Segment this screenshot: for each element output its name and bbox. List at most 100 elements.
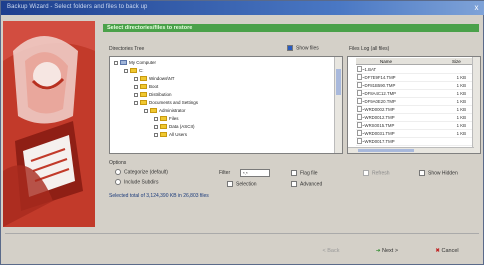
categorize-option[interactable]: Categorize (default)	[115, 169, 168, 175]
file-row[interactable]: ~DF81B590.TMP 1 KB	[356, 82, 472, 90]
expand-icon[interactable]	[134, 100, 138, 105]
close-icon[interactable]: x	[472, 3, 481, 12]
tree-item[interactable]: Files	[154, 115, 179, 122]
window-title: Backup Wizard - Select folders and files…	[7, 4, 148, 10]
selection-check-icon[interactable]	[227, 181, 233, 187]
tree-item[interactable]: Windows\NT	[134, 75, 175, 82]
backup-wizard-window: Backup Wizard - Select folders and files…	[0, 0, 484, 265]
file-name: ~DF7E9F14.TMP	[362, 75, 396, 80]
selection-option[interactable]: Selection	[227, 181, 257, 187]
file-name: ~DF81B590.TMP	[362, 83, 396, 88]
computer-icon	[120, 60, 127, 66]
folder-icon	[140, 100, 147, 106]
next-label: Next >	[382, 248, 399, 254]
column-size-header[interactable]: Size	[452, 58, 461, 65]
show-hidden-option[interactable]: Show Hidden	[419, 170, 458, 176]
tree-item[interactable]: Distribution	[134, 91, 172, 98]
advanced-check-icon[interactable]	[291, 181, 297, 187]
expand-icon[interactable]	[124, 68, 128, 73]
filter-label: Filter	[219, 170, 231, 176]
files-header: Name Size	[356, 58, 472, 65]
filter-input[interactable]: *.*	[240, 169, 270, 177]
file-size: 1 KB	[456, 99, 466, 104]
categorize-label: Categorize (default)	[124, 169, 168, 176]
cancel-button[interactable]: ✖ Cancel	[425, 246, 469, 257]
include-subdirs-radio-icon[interactable]	[115, 179, 121, 185]
file-row[interactable]: ~WRD0017.TMP	[356, 138, 472, 146]
tree-item-label: Windows\NT	[149, 76, 175, 81]
tree-heading: Directories Tree	[109, 46, 145, 52]
tree-item[interactable]: Data (ASCII)	[154, 123, 195, 130]
file-row[interactable]: ~1.BAT	[356, 66, 472, 74]
expand-icon[interactable]	[134, 76, 138, 81]
title-bar[interactable]: Backup Wizard - Select folders and files…	[1, 1, 484, 15]
expand-icon[interactable]	[154, 124, 158, 129]
file-row[interactable]: ~DF7E9F14.TMP 1 KB	[356, 74, 472, 82]
expand-icon[interactable]	[154, 116, 158, 121]
advanced-label: Advanced	[300, 181, 323, 188]
file-row[interactable]: ~WRD0002.TMP 1 KB	[356, 106, 472, 114]
expand-icon[interactable]	[114, 60, 118, 65]
show-files-checkbox[interactable]: Show files	[287, 45, 319, 51]
tree-item[interactable]: Administrator	[144, 107, 186, 114]
file-name: ~DF8A4C12.TMP	[362, 91, 397, 96]
folder-icon	[150, 108, 157, 114]
drive-icon	[130, 68, 137, 74]
tree-scroll-thumb[interactable]	[336, 69, 341, 95]
next-button[interactable]: ➔ Next >	[367, 246, 407, 257]
column-name-header[interactable]: Name	[380, 58, 392, 65]
tree-item-label: My Computer	[129, 60, 157, 65]
file-size: 1 KB	[456, 115, 466, 120]
file-size: 1 KB	[456, 107, 466, 112]
file-row[interactable]: ~DF8A4C12.TMP 1 KB	[356, 90, 472, 98]
tree-item-label: Documents and Settings	[149, 100, 199, 105]
files-list[interactable]: Name Size ~1.BAT ~DF7E9F14.TMP 1 KB ~DF81…	[347, 56, 481, 154]
files-horizontal-scrollbar[interactable]	[348, 147, 474, 153]
tree-item[interactable]: All Users	[154, 131, 187, 138]
file-row[interactable]: ~WRD0012.TMP 1 KB	[356, 114, 472, 122]
directory-tree[interactable]: My Computer C: Windows\NT Boot Distribut…	[109, 56, 343, 154]
show-hidden-check-icon[interactable]	[419, 170, 425, 176]
folder-icon	[160, 132, 167, 138]
show-files-check-icon[interactable]	[287, 45, 293, 51]
file-size: 1 KB	[456, 75, 466, 80]
tree-item-label: Files	[169, 116, 179, 121]
tree-item[interactable]: Boot	[134, 83, 158, 90]
include-subdirs-label: Include Subdirs	[124, 179, 159, 186]
file-size: 1 KB	[456, 91, 466, 96]
expand-icon[interactable]	[144, 108, 148, 113]
folder-icon	[140, 76, 147, 82]
file-name: ~1.BAT	[362, 67, 377, 72]
expand-icon[interactable]	[134, 84, 138, 89]
file-row[interactable]: ~WRD0031.TMP 1 KB	[356, 130, 472, 138]
expand-icon[interactable]	[154, 132, 158, 137]
tree-item-label: Administrator	[159, 108, 186, 113]
files-vertical-scrollbar[interactable]	[472, 57, 480, 153]
tree-item[interactable]: Documents and Settings	[134, 99, 198, 106]
tree-item[interactable]: C:	[124, 67, 144, 74]
file-row[interactable]: ~DF9A0E20.TMP 1 KB	[356, 98, 472, 106]
tree-item-label: C:	[139, 68, 144, 73]
flag-file-label: Flag file	[300, 170, 318, 177]
cancel-label: Cancel	[441, 248, 459, 254]
categorize-radio-icon[interactable]	[115, 169, 121, 175]
section-header-label: Select directories/files to restore	[107, 25, 193, 31]
include-subdirs-option[interactable]: Include Subdirs	[115, 179, 158, 185]
refresh-button[interactable]: Refresh	[363, 170, 390, 176]
advanced-option[interactable]: Advanced	[291, 181, 322, 187]
file-row[interactable]: ~WRS0015.TMP 1 KB	[356, 122, 472, 130]
file-name: ~WRD0012.TMP	[362, 115, 395, 120]
folder-icon	[140, 84, 147, 90]
back-button[interactable]: < Back	[311, 246, 351, 257]
show-hidden-label: Show Hidden	[428, 170, 458, 177]
tree-scrollbar[interactable]	[334, 57, 342, 153]
flag-file-option[interactable]: Flag file	[291, 170, 318, 176]
filter-input-value: *.*	[243, 171, 248, 176]
expand-icon[interactable]	[134, 92, 138, 97]
tree-item[interactable]: My Computer	[114, 59, 156, 66]
files-heading: Files Log (all files)	[349, 46, 390, 52]
tree-item-label: Boot	[149, 84, 159, 89]
flag-file-check-icon[interactable]	[291, 170, 297, 176]
files-scroll-thumb[interactable]	[358, 149, 414, 152]
file-size: 1 KB	[456, 131, 466, 136]
